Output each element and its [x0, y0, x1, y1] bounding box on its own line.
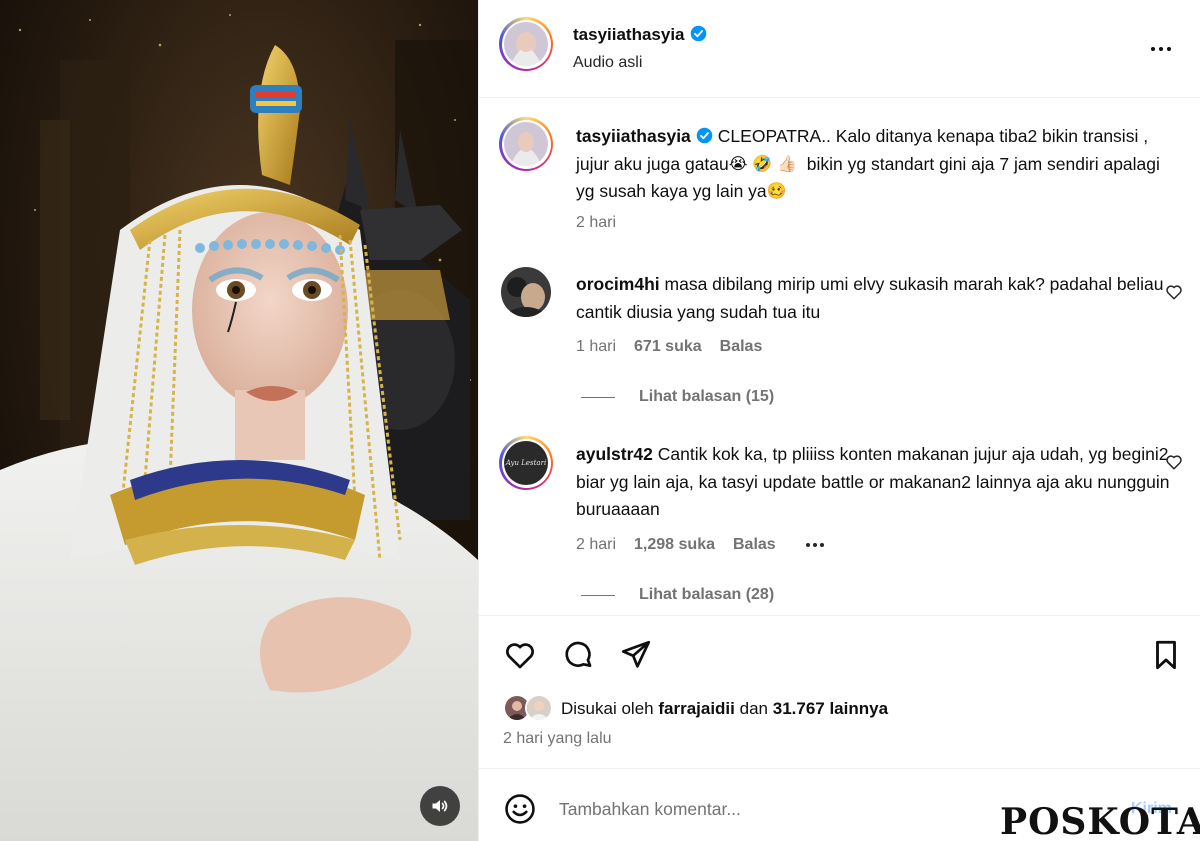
likes-middle: dan: [739, 699, 768, 718]
caption-username[interactable]: tasyiiathasyia: [576, 126, 691, 146]
post-details-panel: tasyiiathasyia Audio asli tasyiiathasyia…: [478, 0, 1200, 841]
caption-author-avatar[interactable]: [499, 117, 553, 171]
mute-toggle-button[interactable]: [420, 786, 460, 826]
comment-text: Cantik kok ka, tp pliiiss konten makanan…: [576, 444, 1170, 519]
more-options-button[interactable]: [1151, 40, 1175, 58]
like-comment-heart-icon[interactable]: [1165, 453, 1183, 471]
audio-link[interactable]: Audio asli: [573, 54, 642, 72]
likes-prefix: Disukai oleh: [561, 699, 654, 718]
likes-summary: Disukai oleh farrajaidii dan 31.767 lain…: [503, 694, 888, 724]
post-header: tasyiiathasyia Audio asli: [479, 0, 1200, 98]
reply-button[interactable]: Balas: [720, 338, 763, 356]
comment-time[interactable]: 2 hari: [576, 536, 616, 554]
divider: [581, 396, 615, 398]
comment-likes[interactable]: 1,298 suka: [634, 536, 715, 554]
dot-icon: [819, 543, 824, 547]
author-photo: [504, 122, 548, 166]
dot-icon: [805, 543, 810, 547]
caption-time[interactable]: 2 hari: [576, 214, 616, 232]
commenter-avatar-text: Ayu Lestari: [505, 459, 547, 467]
comment-time[interactable]: 1 hari: [576, 338, 616, 356]
view-replies-button[interactable]: Lihat balasan (15): [581, 388, 774, 406]
commenter-photo: [501, 267, 551, 317]
liker-avatars: [503, 694, 557, 724]
commenter-avatar[interactable]: Ayu Lestari: [499, 436, 553, 490]
dot-icon: [1151, 47, 1155, 51]
save-bookmark-icon[interactable]: [1149, 638, 1183, 672]
caption-meta: 2 hari: [576, 214, 616, 232]
view-replies-label: Lihat balasan (15): [639, 388, 775, 405]
dot-icon: [812, 543, 817, 547]
dot-icon: [1159, 47, 1163, 51]
comment-likes[interactable]: 671 suka: [634, 338, 702, 356]
comment-bubble-icon[interactable]: [561, 638, 595, 672]
woozy-face-emoji: 🥴: [766, 183, 787, 200]
reply-button[interactable]: Balas: [733, 536, 776, 554]
author-photo: [504, 22, 548, 66]
verified-badge-icon: [690, 25, 706, 42]
verified-badge-icon: [696, 127, 713, 144]
divider: [581, 594, 615, 596]
comment-text: masa dibilang mirip umi elvy sukasih mar…: [576, 274, 1164, 322]
view-replies-label: Lihat balasan (28): [639, 586, 775, 603]
commenter-avatar[interactable]: [501, 267, 551, 317]
share-paper-plane-icon[interactable]: [619, 638, 653, 672]
post-date[interactable]: 2 hari yang lalu: [503, 730, 612, 748]
liker-username[interactable]: farrajaidii: [658, 699, 735, 719]
comment-meta: 2 hari 1,298 suka Balas: [576, 536, 824, 554]
comment-options-button[interactable]: [805, 543, 824, 547]
like-heart-icon[interactable]: [503, 638, 537, 672]
comment-input[interactable]: [559, 794, 1059, 824]
comment-username[interactable]: orocim4hi: [576, 274, 660, 294]
thumbs-up-emoji: 👍🏻: [777, 155, 798, 173]
post-actions: Disukai oleh farrajaidii dan 31.767 lain…: [479, 615, 1200, 769]
crying-face-emoji: 😭: [728, 155, 748, 173]
liker-photo: [527, 696, 551, 720]
speaker-icon: [432, 800, 448, 812]
comment-username[interactable]: ayulstr42: [576, 444, 653, 464]
post-caption: tasyiiathasyia CLEOPATRA.. Kalo ditanya k…: [576, 123, 1176, 206]
likes-count[interactable]: 31.767 lainnya: [773, 699, 888, 719]
video-frame-image: [0, 0, 478, 841]
comment-text-block: ayulstr42 Cantik kok ka, tp pliiiss kont…: [576, 441, 1176, 524]
dot-icon: [1167, 47, 1171, 51]
author-avatar[interactable]: [499, 17, 553, 71]
liker-avatar[interactable]: [525, 694, 553, 722]
like-comment-heart-icon[interactable]: [1165, 283, 1183, 301]
author-username[interactable]: tasyiiathasyia: [573, 25, 685, 44]
comments-list[interactable]: tasyiiathasyia CLEOPATRA.. Kalo ditanya k…: [479, 99, 1200, 615]
comment-meta: 1 hari 671 suka Balas: [576, 338, 762, 356]
view-replies-button[interactable]: Lihat balasan (28): [581, 586, 774, 604]
reel-video[interactable]: [0, 0, 478, 841]
rofl-emoji: 🤣: [752, 155, 773, 173]
poskota-watermark: POSKOTA: [1000, 801, 1200, 841]
emoji-picker-icon[interactable]: [503, 792, 537, 826]
comment-text-block: orocim4hi masa dibilang mirip umi elvy s…: [576, 271, 1176, 326]
